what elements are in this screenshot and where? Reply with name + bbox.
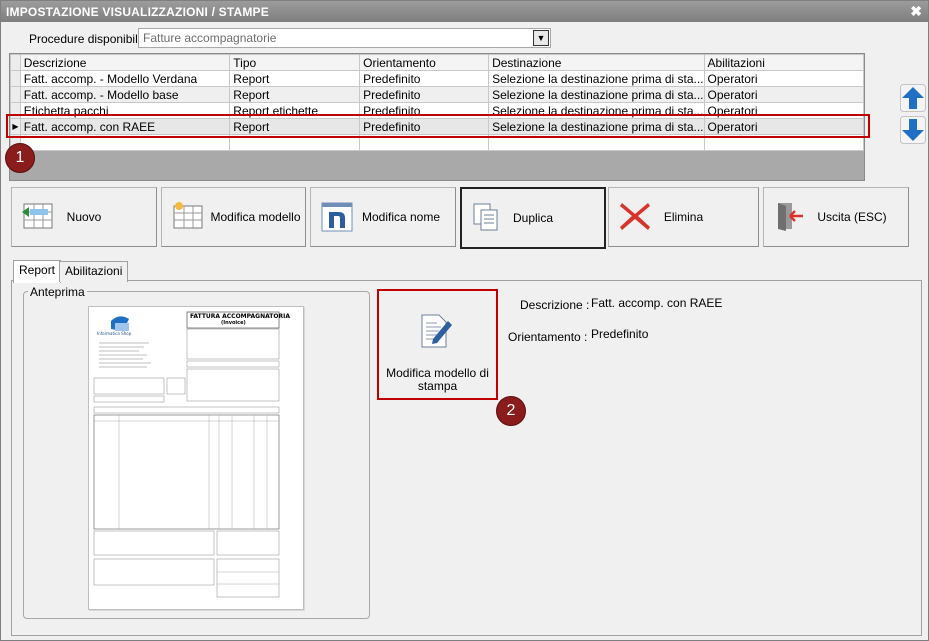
cell-abilitazioni[interactable]: Operatori bbox=[703, 86, 865, 103]
column-header[interactable]: Orientamento bbox=[359, 54, 490, 71]
orientation-label: Orientamento : bbox=[508, 330, 588, 344]
edit-print-template-button[interactable]: Modifica modello di stampa bbox=[377, 289, 498, 400]
preview-doc-title: FATTURA ACCOMPAGNATORIA bbox=[190, 313, 290, 320]
chevron-down-icon[interactable]: ▼ bbox=[533, 30, 549, 46]
move-up-icon[interactable] bbox=[900, 84, 926, 112]
description-value: Fatt. accomp. con RAEE bbox=[591, 296, 723, 310]
move-down-icon[interactable] bbox=[900, 116, 926, 144]
tab-abilitazioni[interactable]: Abilitazioni bbox=[59, 261, 129, 282]
procedures-select[interactable]: Fatture accompagnatorie ▼ bbox=[138, 28, 551, 48]
row-indicator[interactable] bbox=[10, 70, 21, 87]
edit-print-template-label: Modifica modello di stampa bbox=[386, 366, 489, 393]
description-label: Descrizione : bbox=[520, 298, 590, 312]
cell-descrizione[interactable]: Fatt. accomp. - Modello Verdana bbox=[19, 70, 231, 87]
edit-document-icon bbox=[421, 314, 452, 348]
row-indicator[interactable] bbox=[10, 86, 21, 103]
selected-row-highlight bbox=[6, 114, 870, 138]
preview-group-title: Anteprima bbox=[28, 285, 87, 299]
cell-descrizione[interactable]: Fatt. accomp. - Modello base bbox=[19, 86, 231, 103]
title-bar[interactable]: IMPOSTAZIONE VISUALIZZAZIONI / STAMPE ✖ bbox=[1, 1, 928, 22]
window-title: IMPOSTAZIONE VISUALIZZAZIONI / STAMPE bbox=[6, 5, 269, 19]
column-header[interactable]: Abilitazioni bbox=[703, 54, 865, 71]
cell-tipo[interactable]: Report bbox=[229, 86, 361, 103]
cell-destinazione[interactable]: Selezione la destinazione prima di sta..… bbox=[488, 70, 705, 87]
cell-orientamento[interactable]: Predefinito bbox=[359, 70, 490, 87]
close-icon[interactable]: ✖ bbox=[910, 3, 922, 20]
edit-name-button-label: Modifica nome bbox=[361, 210, 441, 224]
column-header[interactable]: Destinazione bbox=[488, 54, 705, 71]
cell-abilitazioni[interactable]: Operatori bbox=[703, 70, 865, 87]
procedures-select-value: Fatture accompagnatorie bbox=[143, 31, 277, 45]
new-button[interactable]: Nuovo bbox=[11, 187, 157, 247]
table-header-row: Descrizione Tipo Orientamento Destinazio… bbox=[10, 54, 865, 71]
preview-doc-subtitle: (Invoice) bbox=[221, 320, 246, 326]
orientation-value: Predefinito bbox=[591, 327, 649, 341]
procedures-label: Procedure disponibili : bbox=[29, 32, 148, 46]
cell-destinazione[interactable]: Selezione la destinazione prima di sta..… bbox=[488, 86, 705, 103]
cell-orientamento[interactable]: Predefinito bbox=[359, 86, 490, 103]
duplicate-button-label: Duplica bbox=[512, 211, 554, 225]
exit-button[interactable]: Uscita (ESC) bbox=[763, 187, 909, 247]
callout-badge-2: 2 bbox=[496, 396, 526, 426]
delete-button-label: Elimina bbox=[663, 210, 704, 224]
print-settings-window: IMPOSTAZIONE VISUALIZZAZIONI / STAMPE ✖ … bbox=[0, 0, 929, 641]
edit-name-button[interactable]: Modifica nome bbox=[310, 187, 456, 247]
preview-company-name: Informatica Shop bbox=[97, 331, 132, 336]
callout-badge-1: 1 bbox=[5, 143, 35, 173]
invoice-preview-drawing bbox=[93, 311, 280, 598]
cell-tipo[interactable]: Report bbox=[229, 70, 361, 87]
edit-template-toolbar-button[interactable]: Modifica modello bbox=[161, 187, 306, 247]
tab-report[interactable]: Report bbox=[13, 260, 62, 283]
delete-button[interactable]: Elimina bbox=[608, 187, 759, 247]
exit-button-label: Uscita (ESC) bbox=[817, 210, 887, 224]
column-header[interactable]: Tipo bbox=[229, 54, 361, 71]
row-indicator-header bbox=[10, 54, 21, 71]
table-row[interactable]: Fatt. accomp. - Modello base Report Pred… bbox=[10, 86, 865, 103]
invoice-preview-thumbnail: FATTURA ACCOMPAGNATORIA (Invoice) Inform… bbox=[88, 306, 304, 610]
column-header[interactable]: Descrizione bbox=[19, 54, 231, 71]
new-button-label: Nuovo bbox=[66, 210, 102, 224]
table-row[interactable]: Fatt. accomp. - Modello Verdana Report P… bbox=[10, 70, 865, 87]
edit-template-button-label: Modifica modello bbox=[210, 210, 301, 224]
duplicate-button[interactable]: Duplica bbox=[460, 187, 606, 249]
